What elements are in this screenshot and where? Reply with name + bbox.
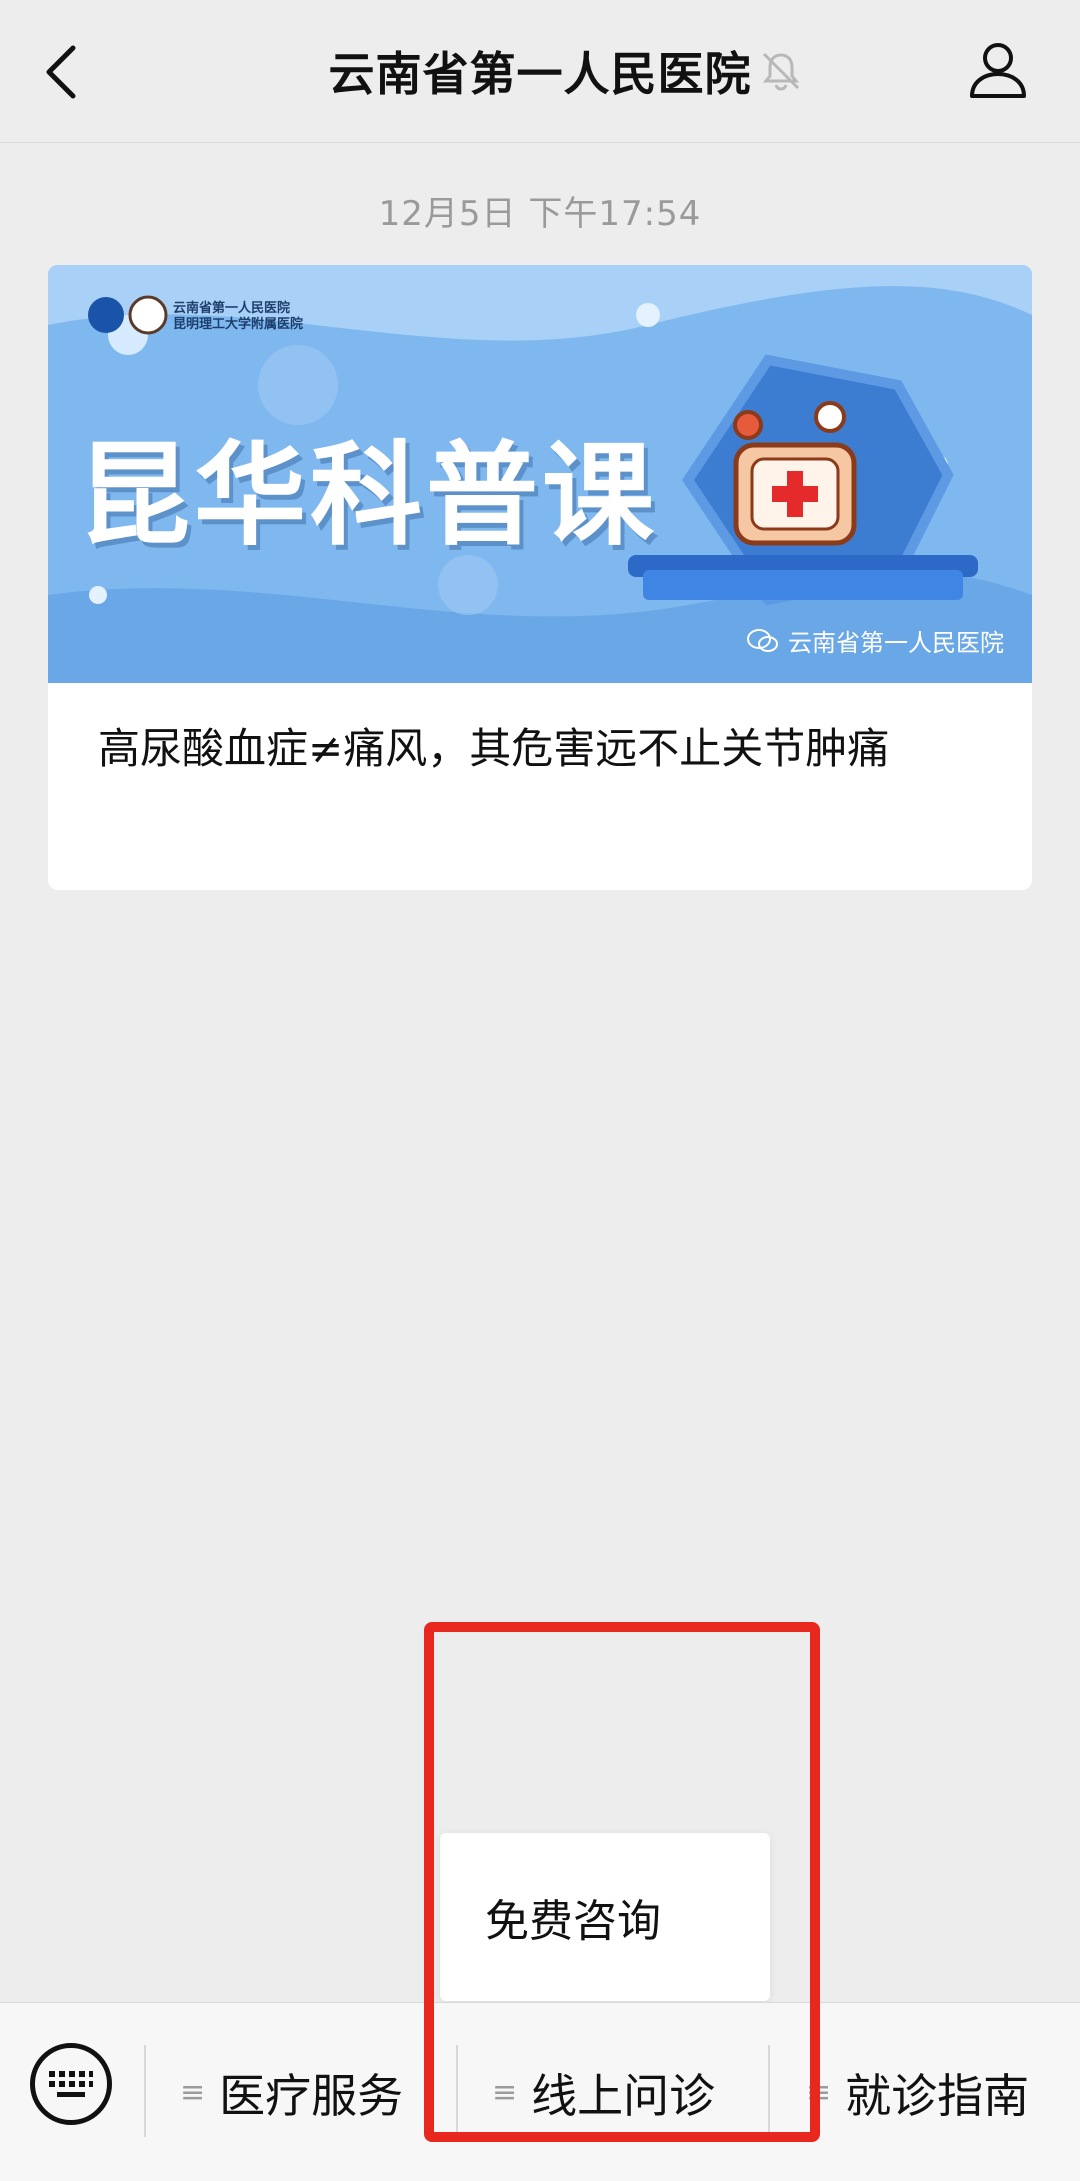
article-card[interactable]: 云南省第一人民医院 昆明理工大学附属医院 昆华科普课 云南省第一人民医院 高尿酸… <box>48 265 1032 890</box>
banner-logo-text-1: 云南省第一人民医院 <box>173 301 291 316</box>
bell-muted-icon <box>762 52 800 91</box>
top-bar: 云南省第一人民医院 <box>0 0 1080 143</box>
banner-title: 昆华科普课 <box>78 431 658 561</box>
keyboard-toggle-button[interactable] <box>30 2043 112 2125</box>
banner-source: 云南省第一人民医院 <box>746 623 1004 658</box>
profile-button[interactable] <box>966 38 1030 102</box>
banner-logo-text-2: 昆明理工大学附属医院 <box>173 317 304 332</box>
menu-item-label: 就诊指南 <box>845 2068 1030 2123</box>
menu-item-visit-guide[interactable]: ≡ 就诊指南 <box>806 2003 1029 2181</box>
chat-screen: 云南省第一人民医院 12月5日 下午17:54 云南省第一人民医院 昆明理工大学… <box>0 0 1080 2181</box>
wechat-icon <box>747 628 778 652</box>
menu-item-label: 医疗服务 <box>219 2068 404 2123</box>
menu-divider <box>144 2045 146 2137</box>
keyboard-icon <box>49 2071 93 2097</box>
menu-item-medical-service[interactable]: ≡ 医疗服务 <box>180 2003 403 2181</box>
menu-lines-icon: ≡ <box>180 2075 206 2110</box>
article-banner: 云南省第一人民医院 昆明理工大学附属医院 昆华科普课 云南省第一人民医院 <box>48 265 1032 683</box>
person-icon <box>970 43 1026 98</box>
article-title: 高尿酸血症≠痛风，其危害远不止关节肿痛 <box>98 724 890 773</box>
highlight-box <box>424 1622 820 2142</box>
message-timestamp: 12月5日 下午17:54 <box>378 194 702 234</box>
banner-source-label: 云南省第一人民医院 <box>788 629 1004 657</box>
page-title: 云南省第一人民医院 <box>328 47 752 101</box>
